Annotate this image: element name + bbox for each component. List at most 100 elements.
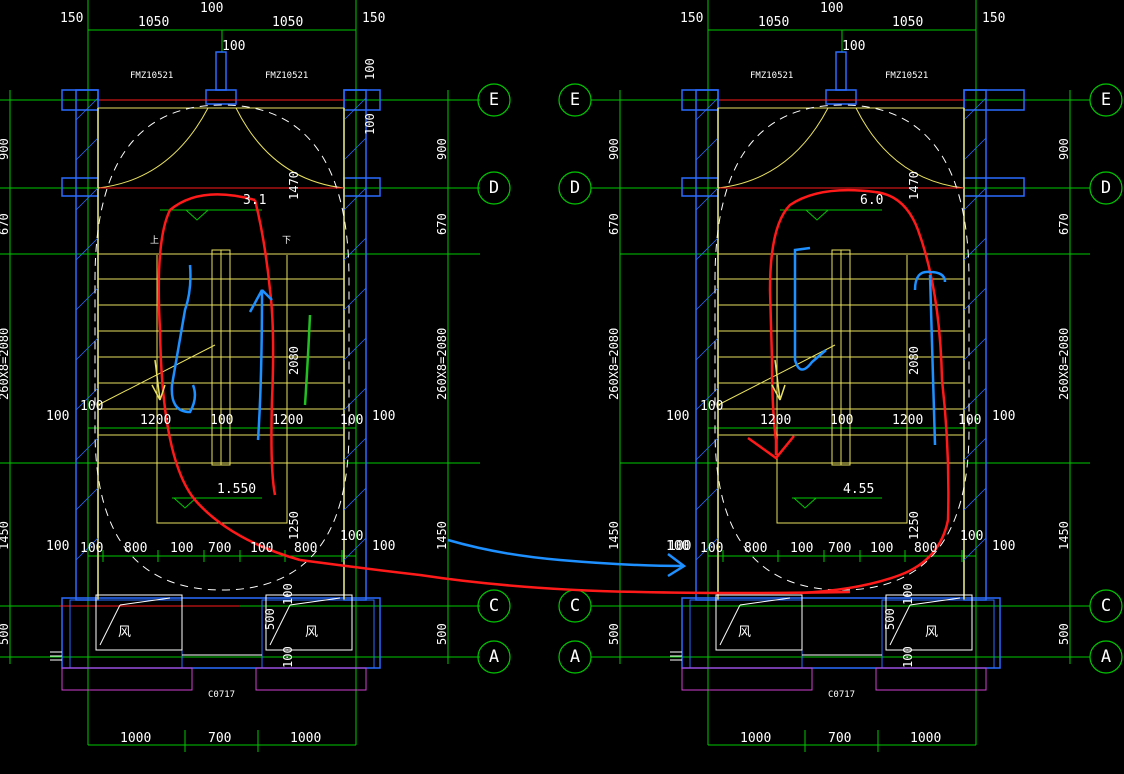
left-inner-1250: 1250 [287, 511, 301, 540]
left-bottom-dim-1000b: 1000 [290, 731, 321, 746]
left-bottom-row-0: 100 [80, 541, 103, 556]
right-top-dim-100: 100 [820, 1, 843, 16]
svg-text:A: A [570, 647, 580, 667]
left-top-sub-dim: 100 [222, 39, 245, 54]
right-landing-lower: 4.55 [843, 482, 874, 497]
svg-text:C: C [489, 596, 499, 616]
left-shaft-dim-500: 500 [263, 608, 277, 630]
svg-text:E: E [1101, 90, 1111, 110]
right-shaft-label-2: 风 [925, 625, 938, 640]
right-top-dim-150-left: 150 [680, 11, 703, 26]
right-bottom-row-6: 100 [960, 529, 983, 544]
left-side-left-1450: 1450 [0, 521, 11, 550]
right-top-dim-1050-right: 1050 [892, 15, 923, 30]
right-bottom-row-2: 100 [790, 541, 813, 556]
right-bottom-row-1: 800 [744, 541, 767, 556]
right-side-right-2080: 260X8=2080 [1057, 328, 1071, 400]
left-side-right-2080: 260X8=2080 [435, 328, 449, 400]
right-inner-1250: 1250 [907, 511, 921, 540]
left-landing-lower: 1.550 [217, 482, 256, 497]
mid-dim-100: 100 [668, 539, 691, 554]
right-bottom-dim-700: 700 [828, 731, 851, 746]
right-top-sub-dim: 100 [842, 39, 865, 54]
right-side-100-br: 100 [992, 539, 1015, 554]
svg-text:E: E [489, 90, 499, 110]
left-bottom-row-3: 700 [208, 541, 231, 556]
left-flight-dim-1: 1200 [140, 413, 171, 428]
svg-text:E: E [570, 90, 580, 110]
left-bottom-dim-1000a: 1000 [120, 731, 151, 746]
right-shaft-dim-100a: 100 [901, 583, 915, 605]
right-flight-dim-3: 1200 [892, 413, 923, 428]
left-bottom-row-2: 100 [170, 541, 193, 556]
left-side-100-bl: 100 [46, 539, 69, 554]
right-flight-dim-1: 1200 [760, 413, 791, 428]
left-down-mark: 下 [282, 236, 291, 246]
left-side-right-900: 900 [435, 138, 449, 160]
svg-text:D: D [489, 178, 499, 198]
left-top-dim-1050-left: 1050 [138, 15, 169, 30]
right-side-right-670: 670 [1057, 213, 1071, 235]
stair-plan-drawing: 150 1050 100 1050 150 100 FMZ10521 FMZ10… [0, 0, 1124, 774]
svg-text:C: C [570, 596, 580, 616]
left-bottom-row-5: 800 [294, 541, 317, 556]
right-flight-dim-0: 100 [700, 399, 723, 414]
right-side-100-r: 100 [992, 409, 1015, 424]
right-side-left-1450: 1450 [607, 521, 621, 550]
left-side-left-500: 500 [0, 623, 11, 645]
left-top-dim-150-right: 150 [362, 11, 385, 26]
right-window-label: C0717 [828, 690, 855, 700]
left-window-label: C0717 [208, 690, 235, 700]
left-flight-dim-0: 100 [80, 399, 103, 414]
right-bottom-row-5: 800 [914, 541, 937, 556]
right-bottom-row-3: 700 [828, 541, 851, 556]
right-flight-dim-2: 100 [830, 413, 853, 428]
left-bottom-row-6: 100 [340, 529, 363, 544]
svg-text:A: A [1101, 647, 1111, 667]
right-landing-upper: 6.0 [860, 193, 883, 208]
right-side-left-900: 900 [607, 138, 621, 160]
right-door-label-2: FMZ10521 [885, 71, 928, 81]
left-side-100-br: 100 [372, 539, 395, 554]
left-vert-dim-r2: 100 [363, 113, 377, 135]
left-shaft-label-2: 风 [305, 625, 318, 640]
left-bottom-dim-700: 700 [208, 731, 231, 746]
left-side-left-2080: 260X8=2080 [0, 328, 11, 400]
right-bottom-row-4: 100 [870, 541, 893, 556]
left-landing-upper: 3.1 [243, 193, 266, 208]
left-top-dim-1050-right: 1050 [272, 15, 303, 30]
right-shaft-dim-100b: 100 [901, 646, 915, 668]
right-inner-1470: 1470 [907, 171, 921, 200]
right-bottom-dim-1000b: 1000 [910, 731, 941, 746]
left-door-label-1: FMZ10521 [130, 71, 173, 81]
right-top-dim-150-right: 150 [982, 11, 1005, 26]
left-top-dim-100: 100 [200, 1, 223, 16]
left-side-100-l: 100 [46, 409, 69, 424]
right-bottom-row-0: 100 [700, 541, 723, 556]
left-side-100-r: 100 [372, 409, 395, 424]
left-side-left-900: 900 [0, 138, 11, 160]
right-shaft-dim-500: 500 [883, 608, 897, 630]
right-bottom-dim-1000a: 1000 [740, 731, 771, 746]
left-flight-dim-2: 100 [210, 413, 233, 428]
left-bottom-row-4: 100 [250, 541, 273, 556]
right-inner-2080: 2080 [907, 346, 921, 375]
right-shaft-label-1: 风 [738, 625, 751, 640]
left-shaft-dim-100b: 100 [281, 646, 295, 668]
svg-text:D: D [1101, 178, 1111, 198]
left-side-right-500: 500 [435, 623, 449, 645]
left-flight-dim-3: 1200 [272, 413, 303, 428]
right-top-dim-1050-left: 1050 [758, 15, 789, 30]
svg-text:C: C [1101, 596, 1111, 616]
right-door-label-1: FMZ10521 [750, 71, 793, 81]
right-flight-dim-4: 100 [958, 413, 981, 428]
left-inner-2080: 2080 [287, 346, 301, 375]
left-inner-1470: 1470 [287, 171, 301, 200]
left-side-right-1450: 1450 [435, 521, 449, 550]
right-side-left-2080: 260X8=2080 [607, 328, 621, 400]
left-shaft-dim-100a: 100 [281, 583, 295, 605]
svg-text:A: A [489, 647, 499, 667]
left-side-left-670: 670 [0, 213, 11, 235]
right-side-left-500: 500 [607, 623, 621, 645]
left-vert-dim-r1: 100 [363, 58, 377, 80]
